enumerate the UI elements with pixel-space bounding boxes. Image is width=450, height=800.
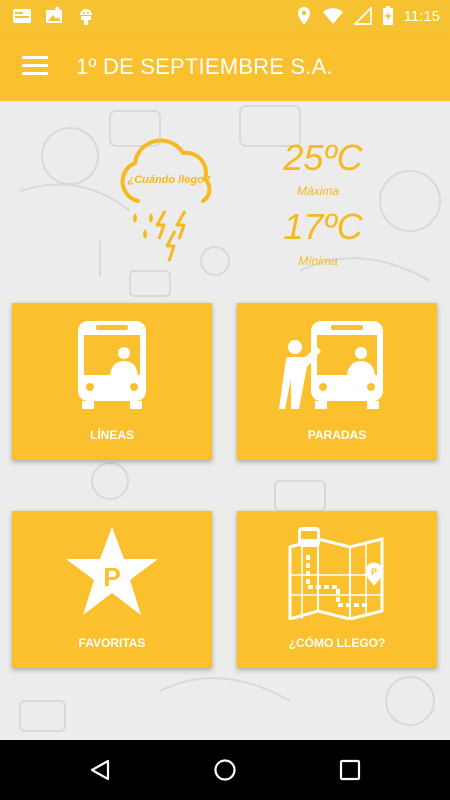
recents-icon[interactable]	[338, 758, 362, 782]
hamburger-menu-icon[interactable]	[22, 56, 48, 78]
system-nav-bar	[0, 740, 450, 800]
status-bar: 11:15	[0, 0, 450, 33]
clock: 11:15	[403, 7, 440, 25]
home-icon[interactable]	[213, 758, 237, 782]
image-notification-icon	[46, 6, 62, 23]
location-icon	[297, 7, 310, 25]
tile-favoritas-label: FAVORITAS	[78, 636, 146, 650]
bus-stop-icon	[279, 321, 383, 409]
min-temperature-label: Mínima	[298, 254, 338, 268]
tile-paradas-label: PARADAS	[307, 428, 367, 442]
tile-paradas[interactable]: PARADAS	[237, 303, 437, 460]
map-route-icon: P	[288, 527, 384, 620]
tile-como-llego-label: ¿CÓMO LLEGO?	[288, 636, 386, 650]
notification-card-icon	[13, 9, 31, 23]
tile-como-llego[interactable]: P ¿CÓMO LLEGO?	[237, 511, 437, 668]
min-temperature: 17ºC	[283, 206, 363, 247]
tile-favoritas[interactable]: P FAVORITAS	[12, 511, 212, 668]
max-temperature-label: Máxima	[296, 184, 339, 198]
signal-icon	[353, 7, 372, 25]
star-parking-icon: P	[66, 527, 158, 615]
storm-cloud-icon: ¿Cuándo llego?	[120, 138, 212, 262]
tile-lineas[interactable]: LÍNEAS	[12, 303, 212, 460]
svg-text:P: P	[103, 562, 120, 592]
wifi-icon	[322, 8, 343, 24]
max-temperature: 25ºC	[283, 137, 363, 178]
svg-text:P: P	[371, 567, 377, 577]
cloud-text: ¿Cuándo llego?	[127, 174, 210, 186]
app-bar: 1º DE SEPTIEMBRE S.A.	[0, 33, 450, 101]
bus-icon	[78, 321, 146, 409]
tile-lineas-label: LÍNEAS	[89, 428, 134, 442]
main-content: ¿Cuándo llego? 25ºC Máxima 17ºC Mínima L…	[0, 101, 450, 740]
app-title: 1º DE SEPTIEMBRE S.A.	[76, 54, 333, 79]
battery-charging-icon	[382, 6, 393, 25]
android-icon	[80, 9, 92, 25]
back-icon[interactable]	[88, 758, 112, 782]
